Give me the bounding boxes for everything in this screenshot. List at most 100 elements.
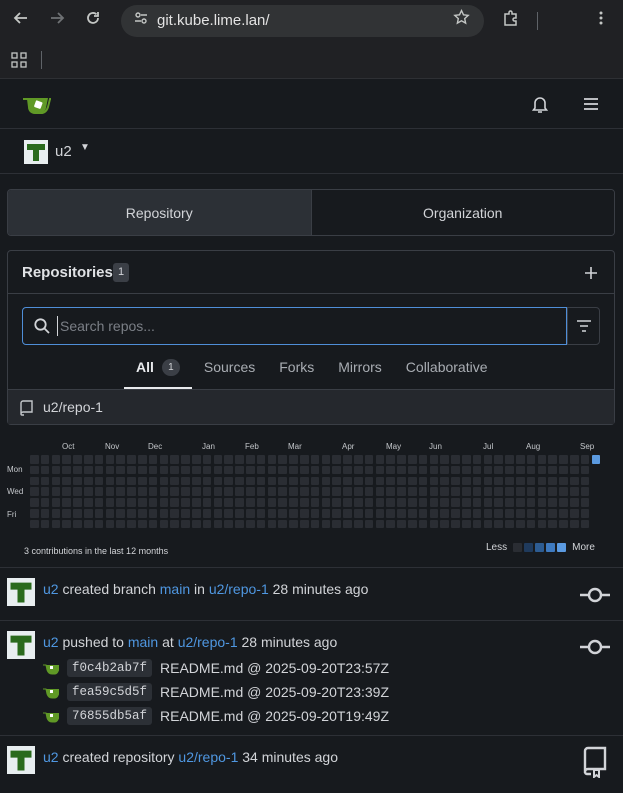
feed-repo-link[interactable]: u2/repo-1 [178,749,238,765]
feed-branch-link[interactable]: main [160,581,190,597]
context-switcher[interactable]: u2 ▼ [0,130,623,174]
reload-icon[interactable] [81,9,105,33]
heatmap-cell [62,455,71,464]
heatmap-cell [408,455,417,464]
heatmap-cell [94,498,104,507]
heatmap-cell [127,476,136,486]
heatmap-cell [300,476,309,486]
address-bar[interactable]: git.kube.lime.lan/ [121,5,484,37]
heatmap-cell [559,476,568,486]
feed-user-link[interactable]: u2 [43,581,59,597]
heatmap-cell [224,455,233,464]
filter-tab-forks[interactable]: Forks [267,351,326,389]
heatmap-cell [116,509,125,518]
caret-down-icon[interactable]: ▼ [80,142,90,153]
heatmap-cell [224,509,233,518]
heatmap-cell [332,476,341,486]
tab-repository[interactable]: Repository [8,190,312,235]
feed-user-link[interactable]: u2 [43,634,59,650]
heatmap-cell [105,476,115,486]
heatmap-cell [278,487,287,496]
extensions-icon[interactable] [499,9,523,33]
avatar[interactable] [7,578,35,606]
heatmap-cell [62,498,71,507]
repo-link[interactable]: u2/repo-1 [43,399,103,415]
back-arrow-icon[interactable] [9,9,33,33]
gitea-logo-icon[interactable] [22,93,52,117]
heatmap-cell [62,509,71,518]
heatmap-cell [73,498,82,507]
contributions-summary: 3 contributions in the last 12 months [24,546,169,556]
filter-tab-all[interactable]: All 1 [124,351,192,389]
feed-user-link[interactable]: u2 [43,749,59,765]
apps-grid-icon[interactable] [11,52,27,71]
url-text[interactable]: git.kube.lime.lan/ [157,12,270,29]
heatmap-cell [116,465,125,475]
heatmap-cell [300,519,309,529]
site-settings-icon[interactable] [129,9,153,33]
heatmap-cell [105,455,115,464]
heatmap-cell [494,487,503,496]
heatmap-cell [559,519,568,529]
heatmap-cell [30,498,39,507]
heatmap-cell [494,455,503,464]
heatmap-cell [300,509,309,518]
context-user-name[interactable]: u2 [55,143,72,160]
heatmap-cell [224,487,233,496]
hamburger-menu-icon[interactable] [579,92,603,119]
commit-sha-link[interactable]: 76855db5af [67,707,153,725]
heatmap-cell [386,487,395,496]
heatmap-cell [429,476,439,486]
heatmap-cell [440,498,449,507]
filter-tab-sources[interactable]: Sources [192,351,267,389]
git-commit-icon [578,582,612,608]
heatmap-cell [73,455,82,464]
heatmap-cell [386,519,395,529]
heatmap-cell [159,455,169,464]
heatmap-cell [235,519,244,529]
forward-arrow-icon[interactable] [45,9,69,33]
heatmap-cell [408,498,417,507]
commit-sha-link[interactable]: f0c4b2ab7f [67,659,153,677]
heatmap-cell [548,465,557,475]
heatmap-cell [537,498,547,507]
add-repository-button[interactable] [584,260,598,286]
filter-tab-all-label: All [136,359,154,375]
heatmap-cell [289,519,298,529]
more-menu-icon[interactable] [589,9,613,33]
heatmap-cell [570,498,579,507]
filter-tab-mirrors[interactable]: Mirrors [326,351,394,389]
commit-row: fea59c5d5f README.md @ 2025-09-20T23:39Z [43,682,389,702]
heatmap-cell [354,498,363,507]
heatmap-cell [483,509,493,518]
heatmap-cell [170,465,179,475]
feed-repo-link[interactable]: u2/repo-1 [209,581,269,597]
heatmap-cell [170,455,179,464]
feed-action: created repository [62,749,175,765]
heatmap-cell [526,519,536,529]
heatmap-cell [246,487,255,496]
feed-item: u2 pushed to main at u2/repo-1 28 minute… [0,620,623,735]
avatar[interactable] [7,746,35,774]
heatmap-cell [181,519,190,529]
heatmap-cell [397,487,406,496]
heatmap-cell [267,487,277,496]
heatmap-cell [386,498,395,507]
filter-button[interactable] [567,307,600,345]
search-input[interactable] [57,316,557,336]
legend-swatch [546,543,556,552]
commit-sha-link[interactable]: fea59c5d5f [67,683,153,701]
tab-organization[interactable]: Organization [311,190,614,235]
bookmark-star-icon[interactable] [449,8,473,33]
feed-branch-link[interactable]: main [128,634,158,650]
heatmap-cell [148,487,158,496]
heatmap-cell [127,498,136,507]
heatmap-cell [40,487,50,496]
list-item[interactable]: u2/repo-1 [8,389,614,424]
feed-repo-link[interactable]: u2/repo-1 [178,634,238,650]
feed-time: 28 minutes ago [272,581,369,597]
avatar[interactable] [7,631,35,659]
notifications-bell-icon[interactable] [528,92,552,119]
legend-more-label: More [572,542,595,553]
filter-tab-collaborative[interactable]: Collaborative [394,351,500,389]
